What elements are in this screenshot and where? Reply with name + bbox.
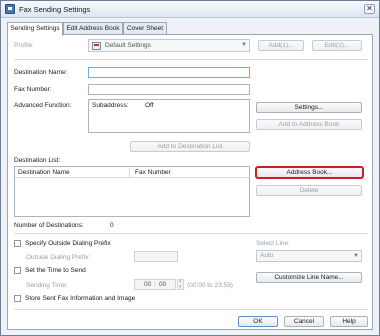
- outside-dialing-checkbox-label: Specify Outside Dialing Prefix: [25, 240, 111, 247]
- sending-time-spinner[interactable]: [177, 278, 184, 290]
- divider: [14, 59, 368, 60]
- ok-button[interactable]: OK: [238, 316, 278, 327]
- set-time-checkbox[interactable]: [14, 267, 21, 274]
- profile-select[interactable]: Default Settings ▼: [88, 39, 250, 52]
- destination-name-input[interactable]: [88, 67, 250, 78]
- divider: [14, 233, 368, 234]
- sending-settings-panel: Profile: Default Settings ▼ Add(1)... Ed…: [7, 34, 373, 330]
- profile-label: Profile:: [14, 42, 35, 49]
- table-header: Destination Name Fax Number: [15, 167, 249, 178]
- store-sent-fax-checkbox-label: Store Sent Fax Information and Image: [25, 295, 136, 302]
- destination-list-table[interactable]: Destination Name Fax Number: [14, 166, 250, 217]
- delete-button[interactable]: Delete: [256, 185, 362, 196]
- set-time-checkbox-label: Set the Time to Send: [25, 267, 86, 274]
- store-sent-fax-checkbox[interactable]: [14, 295, 21, 302]
- close-button[interactable]: ✕: [364, 4, 375, 14]
- select-line-value: Auto: [260, 252, 274, 259]
- fax-app-icon: [5, 4, 15, 14]
- subaddress-label: Subaddress:: [92, 102, 129, 109]
- outside-dialing-prefix-input[interactable]: [134, 251, 178, 262]
- sending-time-hours: 00: [144, 281, 152, 288]
- sending-time-minutes: 00: [159, 281, 167, 288]
- chevron-down-icon: ▼: [353, 253, 359, 259]
- outside-dialing-checkbox[interactable]: [14, 240, 21, 247]
- add-to-destination-list-button[interactable]: Add to Destination List: [130, 141, 250, 152]
- window-title: Fax Sending Settings: [19, 5, 91, 14]
- address-book-button[interactable]: Address Book...: [255, 166, 364, 179]
- sending-time-input[interactable]: 00 : 00: [134, 279, 176, 290]
- sending-time-label: Sending Time:: [26, 282, 68, 289]
- column-destination-name[interactable]: Destination Name: [18, 169, 70, 176]
- advanced-function-label: Advanced Function:: [14, 102, 72, 109]
- settings-button[interactable]: Settings...: [256, 102, 362, 113]
- profile-add-button[interactable]: Add(1)...: [258, 40, 304, 51]
- number-of-destinations-label: Number of Destinations:: [14, 222, 84, 229]
- destination-name-label: Destination Name:: [14, 69, 68, 76]
- chevron-down-icon: ▼: [241, 42, 247, 48]
- subaddress-value: Off: [145, 102, 154, 109]
- column-divider: [129, 168, 130, 177]
- sending-time-separator: :: [154, 281, 156, 288]
- fax-number-label: Fax Number:: [14, 86, 52, 93]
- profile-value: Default Settings: [105, 42, 151, 49]
- destination-list-label: Destination List:: [14, 157, 61, 164]
- fax-number-input[interactable]: [88, 84, 250, 95]
- number-of-destinations-value: 0: [110, 222, 114, 229]
- select-line-select[interactable]: Auto ▼: [256, 250, 362, 262]
- tab-sending-settings[interactable]: Sending Settings: [7, 22, 63, 36]
- outside-dialing-prefix-label: Outside Dialing Prefix:: [26, 254, 91, 261]
- title-bar: Fax Sending Settings ✕: [1, 1, 379, 18]
- cancel-button[interactable]: Cancel: [284, 316, 324, 327]
- customize-line-name-button[interactable]: Customize Line Name...: [256, 272, 362, 283]
- column-fax-number[interactable]: Fax Number: [135, 169, 171, 176]
- fax-sending-settings-dialog: Fax Sending Settings ✕ Sending Settings …: [0, 0, 380, 336]
- advanced-function-box: Subaddress: Off: [88, 99, 250, 133]
- select-line-label: Select Line:: [256, 240, 290, 247]
- divider: [14, 309, 368, 310]
- sending-time-range-hint: (00:00 to 23:59): [187, 282, 233, 289]
- add-to-address-book-button[interactable]: Add to Address Book: [256, 119, 362, 130]
- fax-machine-icon: [92, 42, 101, 50]
- profile-edit-button[interactable]: Edit(2)...: [312, 40, 362, 51]
- help-button[interactable]: Help: [330, 316, 368, 327]
